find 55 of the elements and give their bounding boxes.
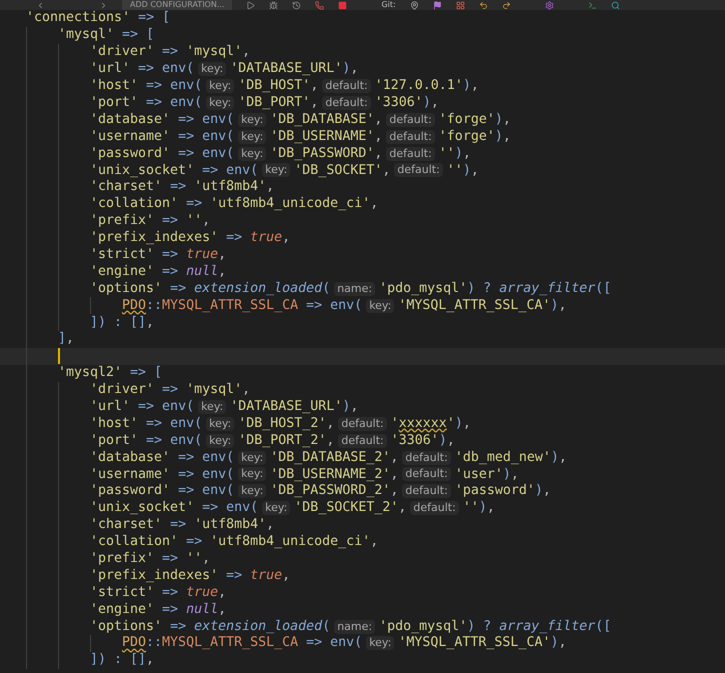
grid-icon[interactable] <box>456 0 465 10</box>
code-line: 'password' => env( key: 'DB_PASSWORD', default: ''), <box>0 145 725 162</box>
phone-icon[interactable] <box>315 0 324 10</box>
undo-icon[interactable] <box>478 0 488 10</box>
code-line: 'host' => env( key: 'DB_HOST', default: '127.0.0.1'), <box>0 78 725 94</box>
code-line: 'url' => env( key: 'DATABASE_URL'), <box>0 60 725 78</box>
code-line: 'collation' => 'utf8mb4_unicode_ci', <box>0 534 725 550</box>
code-line: 'prefix_indexes' => true, <box>0 567 725 584</box>
flag-icon[interactable] <box>432 0 442 10</box>
code-line: 'unix_socket' => env( key: 'DB_SOCKET', default: ''), <box>0 162 725 179</box>
code-line: 'collation' => 'utf8mb4_unicode_ci', <box>0 196 725 213</box>
code-line: PDO::MYSQL_ATTR_SSL_CA => env( key: 'MYSQL_ATTR_SSL_CA'), <box>0 634 725 652</box>
settings-icon[interactable] <box>544 0 554 10</box>
run-icon[interactable] <box>246 0 256 10</box>
code-line: 'url' => env( key: 'DATABASE_URL'), <box>0 398 725 416</box>
code-line: 'port' => env( key: 'DB_PORT', default: '3306'), <box>0 94 725 112</box>
code-line: 'driver' => 'mysql', <box>0 44 725 61</box>
code-line: 'prefix_indexes' => true, <box>0 230 725 246</box>
git-label: Git: <box>381 0 396 10</box>
code-line: 'password' => env( key: 'DB_PASSWORD_2', default: 'password'), <box>0 482 725 500</box>
code-line: ]) : [], <box>0 314 725 331</box>
back-icon[interactable] <box>36 0 45 10</box>
debug-icon[interactable] <box>269 0 278 10</box>
code-line: 'prefix' => '', <box>0 550 725 568</box>
code-line: 'connections' => [ <box>25 10 172 27</box>
code-line: 'engine' => null, <box>0 263 725 280</box>
code-line: 'username' => env( key: 'DB_USERNAME', default: 'forge'), <box>0 128 725 146</box>
code-line: PDO::MYSQL_ATTR_SSL_CA => env( key: 'MYSQL_ATTR_SSL_CA'), <box>0 297 725 314</box>
redo-icon[interactable] <box>502 0 511 10</box>
code-line: 'charset' => 'utf8mb4', <box>0 178 725 196</box>
code-line: 'database' => env( key: 'DB_DATABASE', default: 'forge'), <box>0 111 725 128</box>
stop-icon[interactable] <box>338 0 348 10</box>
code-line: 'prefix' => '', <box>0 212 725 230</box>
pin-icon[interactable] <box>410 0 419 10</box>
code-line: 'driver' => 'mysql', <box>0 382 725 398</box>
code-line: 'mysql2' => [ <box>0 364 725 382</box>
history-icon[interactable] <box>292 0 302 10</box>
code-line: 'port' => env( key: 'DB_PORT_2', default: '3306'), <box>0 432 725 450</box>
forward-icon[interactable] <box>99 0 108 10</box>
code-line: 'options' => extension_loaded( name: 'pdo_mysql') ? array_filter([ <box>0 618 725 635</box>
code-line: 'host' => env( key: 'DB_HOST_2', default: 'xxxxxx'), <box>0 415 725 432</box>
terminal-icon[interactable] <box>588 0 597 10</box>
code-line: 'engine' => null, <box>0 601 725 618</box>
code-line: 'unix_socket' => env( key: 'DB_SOCKET_2', default: ''), <box>0 500 725 517</box>
code-line: ]) : [], <box>0 652 725 669</box>
code-line: 'mysql' => [ <box>0 26 725 44</box>
code-line: 'strict' => true, <box>0 246 725 264</box>
code-line: 'strict' => true, <box>0 584 725 602</box>
search-icon[interactable] <box>610 0 620 10</box>
add-configuration-button[interactable]: ADD CONFIGURATION... <box>122 0 232 10</box>
code-line: 'options' => extension_loaded( name: 'pdo_mysql') ? array_filter([ <box>0 280 725 298</box>
code-line: 'username' => env( key: 'DB_USERNAME_2', default: 'user'), <box>0 466 725 483</box>
text-cursor <box>58 348 60 364</box>
code-line: 'database' => env( key: 'DB_DATABASE_2', default: 'db_med_new'), <box>0 449 725 466</box>
code-line: 'charset' => 'utf8mb4', <box>0 516 725 534</box>
